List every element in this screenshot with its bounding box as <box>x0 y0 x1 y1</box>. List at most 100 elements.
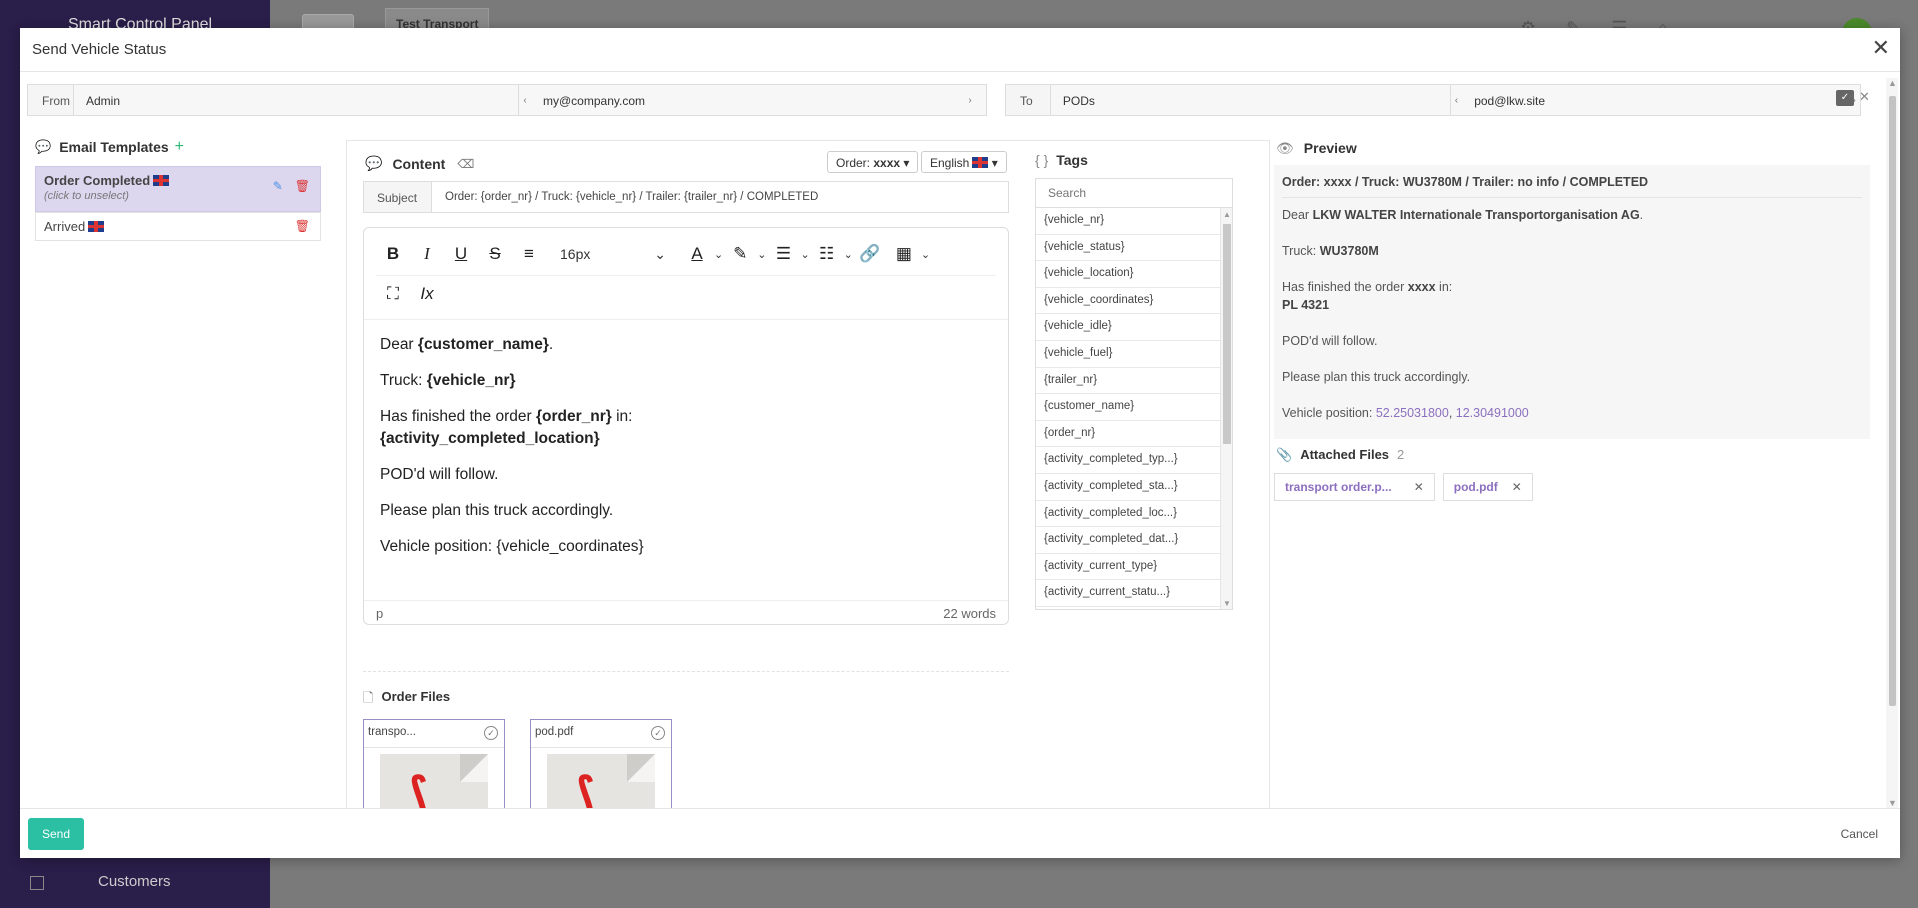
tag-item[interactable]: {activity_completed_typ...} <box>1036 447 1222 474</box>
attached-files-heading: 📎 Attached Files 2 <box>1274 447 1894 463</box>
chevron-down-icon[interactable]: ⌄ <box>714 248 723 261</box>
align-icon[interactable]: ≡ <box>512 244 546 264</box>
preview-subject: Order: xxxx / Truck: WU3780M / Trailer: … <box>1282 175 1862 198</box>
rich-text-editor: B I U S ≡ 16px ⌄ A ⌄ ✎ ⌄ ☰ ⌄ ☷ ⌄ 🔗 ▦ ⌄ ⛶ Ix <box>363 227 1009 625</box>
editor-body[interactable]: Dear {customer_name}. Truck: {vehicle_nr… <box>364 320 1008 586</box>
sidebar-item-customers[interactable]: Customers <box>98 873 171 890</box>
chevron-right-icon[interactable]: › <box>964 85 976 115</box>
to-email-input[interactable]: pod@lkw.site <box>1462 85 1849 115</box>
link-icon[interactable]: 🔗 <box>853 244 887 264</box>
font-size-select[interactable]: 16px ⌄ <box>552 240 674 268</box>
chevron-down-icon[interactable]: ⌄ <box>800 248 809 261</box>
remove-icon[interactable]: ✕ <box>1512 480 1522 494</box>
tags-panel: { } Tags {vehicle_nr} {vehicle_status} {v… <box>1035 152 1245 610</box>
file-name: transpo... <box>364 720 504 748</box>
bullet-list-icon[interactable]: ☷ <box>810 244 844 264</box>
from-name-input[interactable]: Admin <box>74 85 519 115</box>
longitude-link[interactable]: 12.30491000 <box>1456 406 1529 420</box>
cancel-button[interactable]: Cancel <box>1841 827 1878 841</box>
attachments: transport order.p... ✕ pod.pdf ✕ <box>1274 473 1894 501</box>
tag-item[interactable]: {customer_name} <box>1036 394 1222 421</box>
braces-icon: { } <box>1035 152 1049 168</box>
highlight-icon[interactable]: ✎ <box>723 244 757 264</box>
tag-item[interactable]: {activity_completed_dat...} <box>1036 527 1222 554</box>
latitude-link[interactable]: 52.25031800 <box>1376 406 1449 420</box>
attachment-chip[interactable]: pod.pdf ✕ <box>1442 473 1533 501</box>
bold-icon[interactable]: B <box>376 244 410 264</box>
chevron-down-icon[interactable]: ⌄ <box>844 248 853 261</box>
add-template-icon[interactable]: + <box>175 138 184 156</box>
to-name-input[interactable]: PODs <box>1050 85 1451 115</box>
chevron-down-icon[interactable]: ⌄ <box>921 248 930 261</box>
building-icon <box>30 876 44 890</box>
tag-item[interactable]: {vehicle_status} <box>1036 235 1222 262</box>
language-select[interactable]: English ▾ <box>921 151 1007 173</box>
tag-item[interactable]: {order_nr} <box>1036 421 1222 448</box>
tag-item[interactable]: {activity_completed_loc...} <box>1036 501 1222 528</box>
check-circle-icon[interactable]: ✓ <box>651 726 665 740</box>
tag-item[interactable]: {activity_current_statu...} <box>1036 580 1222 607</box>
order-files-title: Order Files <box>381 689 451 704</box>
preview-text: Has finished the order <box>1282 280 1408 294</box>
remove-icon[interactable]: ✕ <box>1414 480 1424 494</box>
modal-header: Send Vehicle Status <box>20 28 1900 72</box>
tag-item[interactable]: {activity_completed_sta...} <box>1036 474 1222 501</box>
attachment-chip[interactable]: transport order.p... ✕ <box>1274 473 1435 501</box>
chevron-left-icon[interactable]: ‹ <box>1451 85 1463 115</box>
fullscreen-icon[interactable]: ⛶ <box>376 284 410 304</box>
send-button[interactable]: Send <box>28 818 84 850</box>
tags-title: Tags <box>1056 152 1088 168</box>
send-vehicle-status-modal: Send Vehicle Status ✕ From Admin ‹ my@co… <box>20 28 1900 858</box>
close-icon[interactable]: ✕ <box>1872 37 1890 59</box>
tag-item[interactable]: {vehicle_fuel} <box>1036 341 1222 368</box>
clear-icon[interactable]: ✕ <box>1859 89 1870 105</box>
backspace-icon[interactable]: ⌫ <box>457 157 474 171</box>
subject-input[interactable]: Order: {order_nr} / Truck: {vehicle_nr} … <box>432 182 831 212</box>
tag-item[interactable]: {vehicle_idle} <box>1036 314 1222 341</box>
tag-item[interactable]: {vehicle_nr} <box>1036 208 1222 235</box>
table-icon[interactable]: ▦ <box>887 244 921 264</box>
trash-icon[interactable]: 🗑 <box>295 219 310 233</box>
tag-scrollbar[interactable]: ▲ ▼ <box>1220 208 1232 609</box>
trash-icon[interactable]: 🗑 <box>295 179 310 193</box>
edit-icon[interactable]: ✎ <box>273 179 283 193</box>
modal-footer: Send Cancel <box>20 808 1900 858</box>
clear-format-icon[interactable]: Ix <box>410 284 444 304</box>
tag-search-input[interactable] <box>1035 178 1233 208</box>
chevron-down-icon[interactable]: ⌄ <box>757 248 766 261</box>
tag-item[interactable]: {vehicle_location} <box>1036 261 1222 288</box>
editor-statusbar: p 22 words <box>364 600 1008 624</box>
order-value: xxxx <box>873 156 901 170</box>
template-arrived[interactable]: Arrived 🗑 <box>35 212 321 241</box>
body-text: in: <box>611 408 633 425</box>
body-text: Dear <box>380 336 418 353</box>
email-templates-heading: 💬 Email Templates + <box>35 138 321 156</box>
chat-icon: 💬 <box>365 155 383 171</box>
preview-text: in: <box>1435 280 1453 294</box>
uk-flag-icon <box>972 157 989 168</box>
template-order-completed[interactable]: Order Completed (click to unselect) ✎ 🗑 <box>35 166 321 212</box>
check-icon[interactable]: ✓ <box>1836 90 1854 106</box>
tag-item[interactable]: {trailer_nr} <box>1036 368 1222 395</box>
order-select[interactable]: Order: xxxx ▾ <box>827 151 919 173</box>
preview-text: Vehicle position: <box>1282 406 1376 420</box>
strikethrough-icon[interactable]: S <box>478 244 512 264</box>
language-value: English <box>930 156 970 170</box>
body-tag: {activity_completed_location} <box>380 430 600 447</box>
tag-item[interactable]: {vehicle_coordinates} <box>1036 288 1222 315</box>
check-circle-icon[interactable]: ✓ <box>484 726 498 740</box>
modal-scrollbar[interactable]: ▲ ▼ <box>1886 78 1898 808</box>
from-email-input[interactable]: my@company.com <box>531 85 964 115</box>
chevron-left-icon[interactable]: ‹ <box>519 85 531 115</box>
eye-icon: 👁 <box>1276 140 1294 156</box>
italic-icon[interactable]: I <box>410 244 444 264</box>
font-size-value: 16px <box>560 246 591 262</box>
body-tag: {vehicle_nr} <box>426 372 516 389</box>
attachment-name: pod.pdf <box>1453 480 1498 494</box>
text-color-icon[interactable]: A <box>680 244 714 264</box>
numbered-list-icon[interactable]: ☰ <box>766 244 800 264</box>
body-text: Truck: <box>380 372 427 389</box>
tag-item[interactable]: {activity_current_type} <box>1036 554 1222 581</box>
underline-icon[interactable]: U <box>444 244 478 264</box>
subject-label: Subject <box>364 182 432 212</box>
